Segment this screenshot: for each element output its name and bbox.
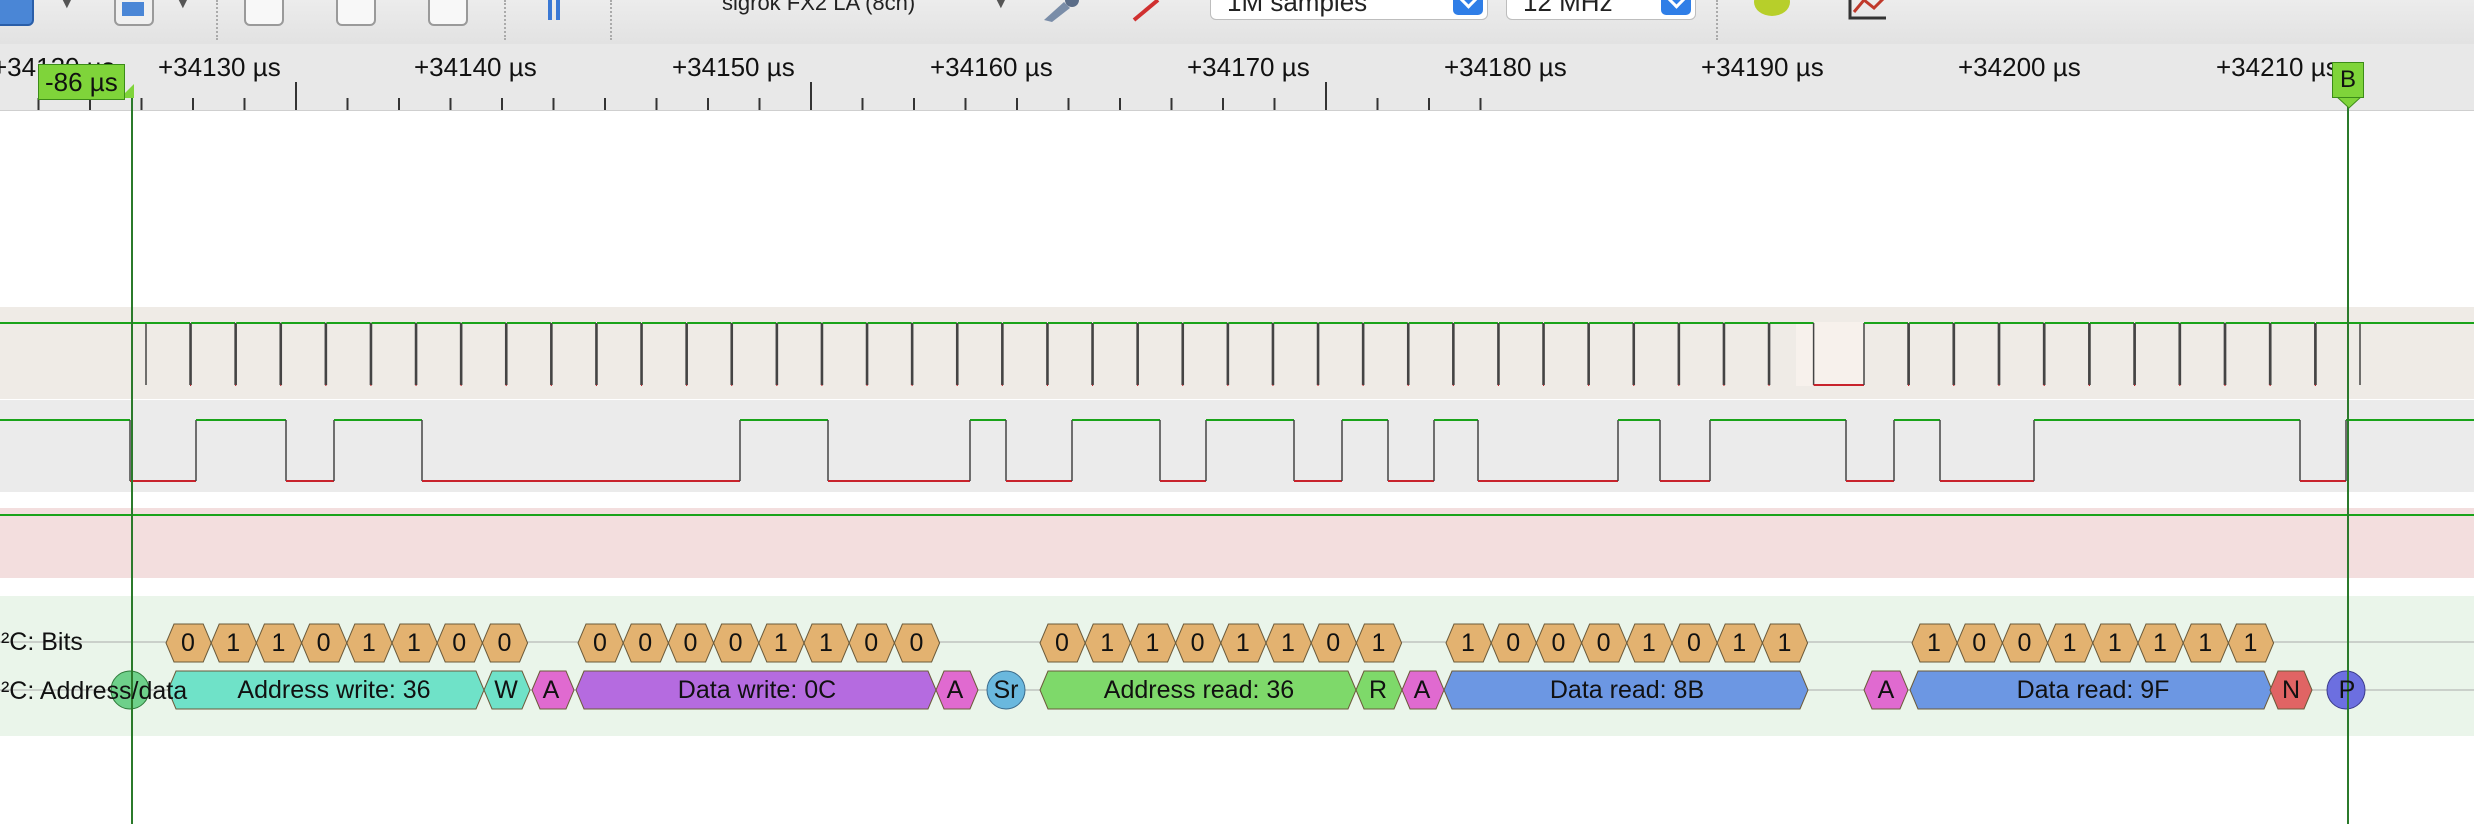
bit-value: 1 (271, 629, 286, 657)
bit-value: 0 (909, 629, 924, 657)
cursor-b-flag[interactable]: B (2332, 62, 2364, 98)
bit-value: 0 (864, 629, 879, 657)
annotation-ack[interactable]: A (532, 671, 570, 709)
bit-value: 1 (1235, 629, 1250, 657)
annotation-address-read[interactable]: Address read: 36 (1040, 671, 1358, 709)
sda-row-background (0, 400, 2474, 492)
bit-value: 1 (1371, 629, 1386, 657)
bit-value: 1 (1927, 629, 1941, 657)
bit-value: 0 (316, 629, 331, 657)
bit-value: 1 (2062, 629, 2077, 657)
annotation-ack[interactable]: A (1866, 671, 1906, 709)
bit-value: 0 (452, 629, 467, 657)
bit-value: 1 (773, 629, 788, 657)
annotation-data-read[interactable]: Data read: 8B (1446, 671, 1808, 709)
bit-value: 1 (2153, 629, 2167, 657)
bit-value: 1 (2198, 629, 2213, 657)
annotation-ack[interactable]: A (936, 671, 974, 709)
bit-value: 1 (361, 629, 376, 657)
annotation-write-bit[interactable]: W (486, 671, 526, 709)
bit-value: 0 (497, 629, 512, 657)
decoder-row-background (0, 596, 2474, 736)
bit-value: 0 (638, 629, 653, 657)
annotation-repeated-start[interactable]: Sr (986, 671, 1026, 709)
annotation-read-bit[interactable]: R (1358, 671, 1398, 709)
bit-value: 0 (728, 629, 743, 657)
cursor-a-flag[interactable]: -86 µs (38, 64, 125, 100)
annotation-address-write[interactable]: Address write: 36 (170, 671, 498, 709)
annotation-stop[interactable]: P (2328, 671, 2366, 709)
annotation-nack[interactable]: N (2272, 671, 2310, 709)
bit-value: 0 (1972, 629, 1987, 657)
bit-value: 1 (2107, 629, 2122, 657)
bit-value: 1 (1461, 629, 1475, 657)
bit-value: 1 (1100, 629, 1115, 657)
bit-value: 0 (1506, 629, 1521, 657)
channel-row-background (0, 508, 2474, 578)
bit-value: 1 (407, 629, 421, 657)
bit-value: 1 (819, 629, 833, 657)
bit-value: 0 (181, 629, 195, 657)
bit-value: 0 (1326, 629, 1341, 657)
bit-value: 1 (1777, 629, 1792, 657)
bit-value: 0 (683, 629, 698, 657)
bit-value: 0 (1055, 629, 1069, 657)
row-label-address-data: I²C: Address/data (0, 677, 188, 705)
bit-value: 0 (2017, 629, 2032, 657)
bit-value: 0 (1596, 629, 1611, 657)
bit-value: 0 (593, 629, 607, 657)
bit-value: 1 (1732, 629, 1747, 657)
bit-value: 0 (1687, 629, 1701, 657)
annotation-data-write[interactable]: Data write: 0C (578, 671, 936, 709)
annotation-ack[interactable]: A (1402, 671, 1442, 709)
bit-value: 1 (1281, 629, 1295, 657)
annotation-data-read[interactable]: Data read: 9F (1912, 671, 2274, 709)
bit-value: 1 (1641, 629, 1656, 657)
bit-value: 0 (1190, 629, 1205, 657)
bit-value: 0 (1551, 629, 1566, 657)
bit-value: 1 (2243, 629, 2258, 657)
scl-idle-highlight (1796, 322, 1864, 386)
bit-value: 1 (1145, 629, 1160, 657)
bit-value: 1 (226, 629, 241, 657)
row-label-bits: I²C: Bits (0, 628, 83, 656)
